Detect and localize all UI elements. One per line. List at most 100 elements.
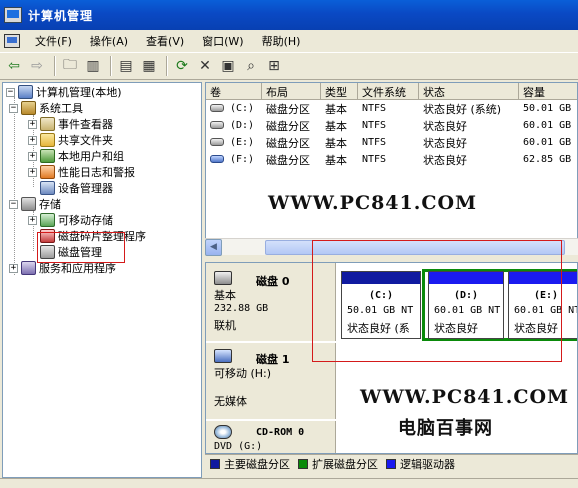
layout-cell: 磁盘分区: [266, 119, 310, 133]
disk-properties-icon[interactable]: ▣: [218, 56, 238, 76]
tree-label: 性能日志和警报: [58, 166, 135, 179]
watermark-url: WWW.PC841.COM: [268, 192, 478, 214]
removable-storage-icon: [40, 213, 55, 227]
menu-help[interactable]: 帮助(H): [253, 33, 310, 49]
column-type[interactable]: 类型: [321, 83, 358, 100]
menu-window[interactable]: 窗口(W): [193, 33, 252, 49]
menu-file[interactable]: 文件(F): [26, 33, 81, 49]
status-cell: 状态良好: [423, 136, 467, 150]
legend-label: 逻辑驱动器: [400, 457, 455, 471]
tree-storage[interactable]: − 存储: [9, 196, 61, 212]
tree-label: 共享文件夹: [58, 134, 113, 147]
properties-icon[interactable]: ▤: [116, 56, 136, 76]
volume-name: (E:): [230, 137, 255, 148]
event-viewer-icon: [40, 117, 55, 131]
fs-cell: NTFS: [362, 137, 387, 148]
capacity-cell: 60.01 GB: [523, 120, 572, 131]
disk-name: CD-ROM 0: [256, 427, 305, 438]
toolbar-separator: [166, 56, 168, 76]
expand-toggle[interactable]: +: [28, 215, 37, 225]
tree-shared-folders[interactable]: + 共享文件夹: [28, 132, 113, 148]
collapse-toggle[interactable]: −: [6, 87, 15, 97]
tree-label: 系统工具: [39, 102, 83, 115]
toolbar-separator: [110, 56, 112, 76]
expand-toggle[interactable]: +: [28, 151, 37, 161]
table-row[interactable]: (F:) 磁盘分区 基本 NTFS 状态良好 62.85 GB: [206, 151, 577, 168]
status-cell: 状态良好: [423, 119, 467, 133]
window-title: 计算机管理: [28, 8, 94, 23]
drive-icon: [210, 155, 224, 163]
disk-icon: [214, 271, 232, 285]
disk-type: 可移动 (H:): [214, 367, 272, 380]
disk-name: 磁盘 0: [256, 275, 290, 288]
layout-cell: 磁盘分区: [266, 102, 310, 116]
capacity-cell: 50.01 GB: [523, 103, 572, 114]
legend-swatch-extended: [298, 458, 308, 469]
tree-device-manager[interactable]: 设备管理器: [40, 180, 113, 196]
forward-icon[interactable]: ⇨: [27, 56, 47, 76]
highlight-box: [37, 232, 125, 263]
column-volume[interactable]: 卷: [206, 83, 262, 100]
disk-size: 232.88 GB: [214, 303, 269, 314]
legend: 主要磁盘分区 扩展磁盘分区 逻辑驱动器: [205, 454, 578, 472]
mdi-window-icon[interactable]: [4, 34, 20, 48]
tree-removable-storage[interactable]: + 可移动存储: [28, 212, 113, 228]
delete-icon[interactable]: ✕: [195, 56, 215, 76]
column-status[interactable]: 状态: [419, 83, 519, 100]
disk-state: 联机: [214, 319, 236, 332]
watermark-url: WWW.PC841.COM: [360, 386, 570, 408]
tree-label: 本地用户和组: [58, 150, 124, 163]
status-bar: [0, 478, 578, 488]
cdrom0-info[interactable]: CD-ROM 0 DVD (G:): [206, 421, 336, 453]
table-row[interactable]: (C:) 磁盘分区 基本 NTFS 状态良好 (系统) 50.01 GB: [206, 100, 577, 117]
fs-cell: NTFS: [362, 103, 387, 114]
computer-icon: [18, 85, 33, 99]
scroll-left-icon[interactable]: ◀: [205, 238, 222, 256]
disk-type: 基本: [214, 289, 236, 302]
column-capacity[interactable]: 容量: [519, 83, 577, 100]
search-icon[interactable]: ⌕: [241, 56, 261, 76]
list-header: 卷 布局 类型 文件系统 状态 容量: [206, 83, 577, 100]
tree-local-users[interactable]: + 本地用户和组: [28, 148, 124, 164]
expand-toggle[interactable]: +: [28, 135, 37, 145]
expand-toggle[interactable]: +: [9, 263, 18, 273]
removable-disk-icon: [214, 349, 232, 363]
legend-label: 主要磁盘分区: [224, 457, 290, 471]
column-layout[interactable]: 布局: [262, 83, 321, 100]
collapse-toggle[interactable]: −: [9, 199, 18, 209]
export-icon[interactable]: ▦: [139, 56, 159, 76]
table-row[interactable]: (D:) 磁盘分区 基本 NTFS 状态良好 60.01 GB: [206, 117, 577, 134]
highlight-box: [312, 240, 562, 362]
up-folder-icon[interactable]: 🗀: [60, 56, 80, 76]
tree-label: 计算机管理(本地): [36, 86, 122, 99]
capacity-cell: 60.01 GB: [523, 137, 572, 148]
column-filesystem[interactable]: 文件系统: [358, 83, 419, 100]
drive-icon: [210, 104, 224, 112]
type-cell: 基本: [325, 136, 347, 150]
tree-label: 设备管理器: [58, 182, 113, 195]
expand-toggle[interactable]: +: [28, 167, 37, 177]
expand-toggle[interactable]: +: [28, 119, 37, 129]
capacity-cell: 62.85 GB: [523, 154, 572, 165]
services-icon: [21, 261, 36, 275]
back-icon[interactable]: ⇦: [4, 56, 24, 76]
menu-action[interactable]: 操作(A): [81, 33, 137, 49]
disk-state: 无媒体: [214, 395, 247, 408]
menu-view[interactable]: 查看(V): [137, 33, 193, 49]
collapse-toggle[interactable]: −: [9, 103, 18, 113]
table-row[interactable]: (E:) 磁盘分区 基本 NTFS 状态良好 60.01 GB: [206, 134, 577, 151]
show-hide-tree-icon[interactable]: ▥: [83, 56, 103, 76]
tree-event-viewer[interactable]: + 事件查看器: [28, 116, 113, 132]
help-icon[interactable]: ⊞: [264, 56, 284, 76]
tree-label: 事件查看器: [58, 118, 113, 131]
tree-label: 可移动存储: [58, 214, 113, 227]
tree-label: 存储: [39, 198, 61, 211]
legend-swatch-primary: [210, 458, 220, 469]
drive-icon: [210, 138, 224, 146]
tree-system-tools[interactable]: − 系统工具: [9, 100, 83, 116]
refresh-icon[interactable]: ⟳: [172, 56, 192, 76]
disk-type: DVD (G:): [214, 441, 263, 452]
status-cell: 状态良好: [423, 153, 467, 167]
tree-root[interactable]: − 计算机管理(本地): [6, 84, 122, 100]
tree-perf-logs[interactable]: + 性能日志和警报: [28, 164, 135, 180]
